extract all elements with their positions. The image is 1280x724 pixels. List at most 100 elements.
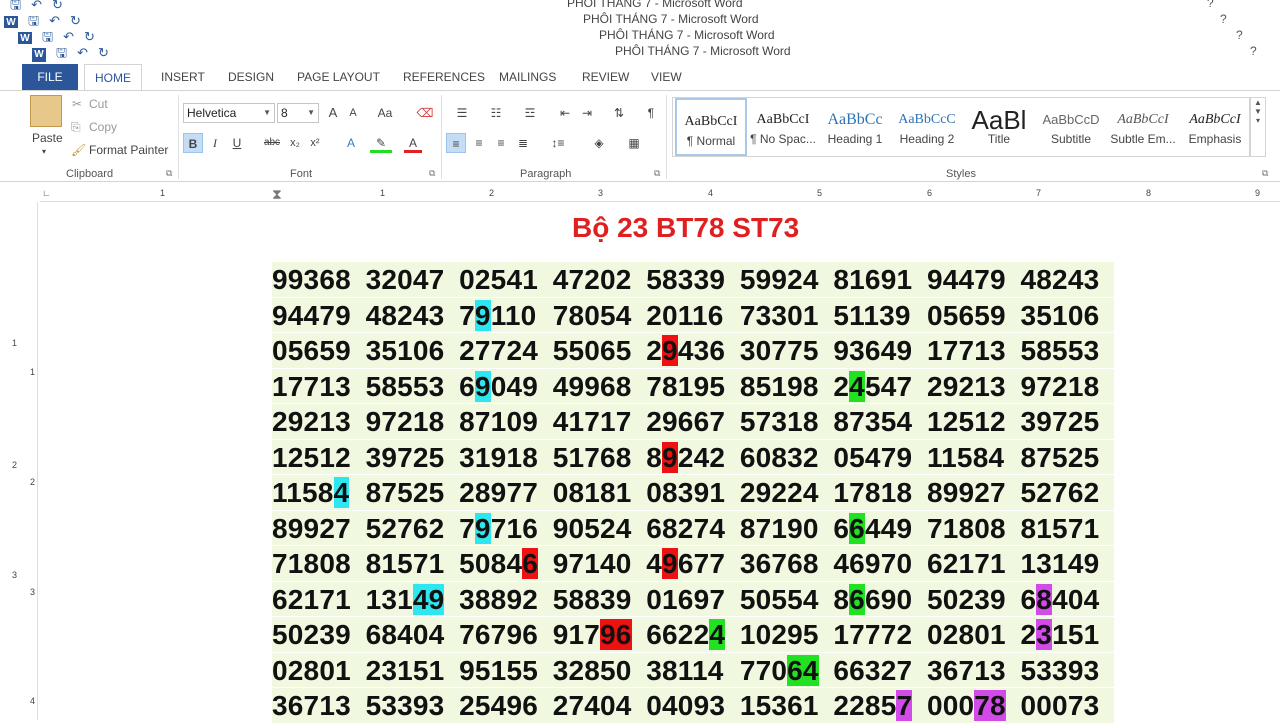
font-size-select[interactable]: 8 ▼	[277, 103, 319, 123]
save-icon[interactable]: 🖫	[56, 45, 67, 60]
style-no-spacing[interactable]: AaBbCcI ¶ No Spac...	[747, 98, 819, 156]
chevron-down-icon[interactable]: ▼	[1251, 107, 1265, 116]
style-preview: AaBbCcD	[1042, 112, 1100, 127]
tab-file[interactable]: FILE	[22, 64, 78, 90]
tab-home[interactable]: HOME	[84, 64, 142, 91]
tab-references[interactable]: REFERENCES	[393, 64, 495, 90]
multilevel-list-icon[interactable]: ☲	[516, 103, 544, 123]
numbering-icon[interactable]: ☷	[482, 103, 510, 123]
tab-design[interactable]: DESIGN	[218, 64, 284, 90]
number-cell: 30775	[739, 335, 819, 366]
format-painter-icon[interactable]: 🖌	[71, 143, 86, 157]
line-spacing-icon[interactable]: ↕≡	[544, 133, 572, 153]
help-icon[interactable]: ?	[1220, 12, 1227, 26]
undo-icon[interactable]: ↶	[77, 45, 88, 60]
borders-icon[interactable]: ▦	[620, 133, 648, 153]
tab-review[interactable]: REVIEW	[572, 64, 639, 90]
save-icon[interactable]: 🖫	[42, 29, 53, 44]
save-icon[interactable]: 🖫	[10, 0, 21, 12]
paste-icon[interactable]	[30, 95, 62, 127]
tab-view[interactable]: VIEW	[641, 64, 692, 90]
highlighted-digits: 78	[974, 690, 1006, 721]
number-cell: 93649	[833, 335, 913, 366]
highlight-color-icon[interactable]: ✎	[370, 133, 392, 153]
subscript-button[interactable]: x₂	[286, 133, 304, 153]
paste-button[interactable]: Paste	[32, 131, 63, 145]
text-effects-icon[interactable]: A	[340, 133, 362, 153]
grow-font-icon[interactable]: A	[325, 103, 341, 123]
chevron-down-icon[interactable]: ▾	[42, 147, 46, 156]
style-title[interactable]: AaBl Title	[963, 98, 1035, 156]
superscript-button[interactable]: x²	[306, 133, 324, 153]
undo-icon[interactable]: ↶	[49, 13, 60, 28]
ruler-number: 3	[598, 188, 604, 198]
strikethrough-button[interactable]: abc	[262, 133, 282, 153]
style-subtle-emphasis[interactable]: AaBbCcI Subtle Em...	[1107, 98, 1179, 156]
style-heading-1[interactable]: AaBbCc Heading 1	[819, 98, 891, 156]
style-heading-2[interactable]: AaBbCcC Heading 2	[891, 98, 963, 156]
redo-icon[interactable]: ↻	[70, 13, 81, 28]
ruler-number: 1	[30, 367, 36, 377]
underline-button[interactable]: U	[228, 133, 246, 153]
style-subtitle[interactable]: AaBbCcD Subtitle	[1035, 98, 1107, 156]
ruler-number: 1	[380, 188, 386, 198]
tab-page-layout[interactable]: PAGE LAYOUT	[287, 64, 390, 90]
tab-mailings[interactable]: MAILINGS	[489, 64, 566, 90]
increase-indent-icon[interactable]: ⇥	[578, 103, 596, 123]
styles-gallery: AaBbCcI ¶ Normal AaBbCcI ¶ No Spac... AaBb…	[672, 97, 1250, 157]
style-preview: AaBbCcI	[1117, 112, 1169, 127]
vertical-ruler[interactable]: 1 1 2 2 3 3 4	[0, 202, 38, 720]
dialog-launcher-icon[interactable]: ⧉	[429, 168, 435, 179]
cut-button[interactable]: Cut	[89, 97, 108, 111]
format-painter-button[interactable]: Format Painter	[89, 143, 168, 157]
highlighted-digits: 9	[662, 548, 678, 579]
shading-icon[interactable]: ◈	[586, 133, 612, 153]
font-size-value: 8	[281, 106, 288, 120]
horizontal-ruler[interactable]: ∟ 1 ⧗ 1 2 3 4 5 6 7 8 9	[40, 186, 1280, 202]
undo-icon[interactable]: ↶	[63, 29, 74, 44]
help-icon[interactable]: ?	[1236, 28, 1243, 42]
italic-button[interactable]: I	[206, 133, 224, 153]
help-icon[interactable]: ?	[1250, 44, 1257, 58]
sort-icon[interactable]: ⇅	[610, 103, 628, 123]
font-color-icon[interactable]: A	[404, 133, 422, 153]
decrease-indent-icon[interactable]: ⇤	[556, 103, 574, 123]
change-case-icon[interactable]: Aa	[373, 103, 397, 123]
dialog-launcher-icon[interactable]: ⧉	[1262, 168, 1268, 179]
more-icon[interactable]: ▾	[1251, 116, 1265, 125]
copy-button[interactable]: Copy	[89, 120, 117, 134]
number-cell: 71808	[926, 512, 1006, 544]
chevron-up-icon[interactable]: ▲	[1251, 98, 1265, 107]
cut-icon[interactable]: ✂	[72, 97, 82, 111]
number-cell: 22857	[833, 690, 913, 721]
copy-icon[interactable]: ⎘	[71, 120, 81, 135]
bold-button[interactable]: B	[183, 133, 203, 153]
number-cell: 50239	[926, 583, 1006, 615]
show-formatting-icon[interactable]: ¶	[642, 103, 660, 123]
align-left-icon[interactable]: ≡	[446, 133, 466, 153]
undo-icon[interactable]: ↶	[31, 0, 42, 12]
dialog-launcher-icon[interactable]: ⧉	[654, 168, 660, 179]
bullets-icon[interactable]: ☰	[448, 103, 476, 123]
style-preview: AaBl	[971, 108, 1027, 132]
align-center-icon[interactable]: ≡	[470, 133, 488, 153]
justify-icon[interactable]: ≣	[514, 133, 532, 153]
style-normal[interactable]: AaBbCcI ¶ Normal	[675, 98, 747, 156]
number-cell: 66449	[833, 512, 913, 544]
save-icon[interactable]: 🖫	[28, 13, 39, 28]
dialog-launcher-icon[interactable]: ⧉	[166, 168, 172, 179]
indent-marker-icon[interactable]: ⧗	[272, 186, 282, 203]
redo-icon[interactable]: ↻	[84, 29, 95, 44]
style-emphasis[interactable]: AaBbCcI Emphasis	[1179, 98, 1251, 156]
clear-formatting-icon[interactable]: ⌫	[416, 103, 434, 123]
redo-icon[interactable]: ↻	[52, 0, 63, 12]
font-family-select[interactable]: Helvetica ▼	[183, 103, 275, 123]
styles-scrollbar[interactable]: ▲ ▼ ▾	[1250, 97, 1266, 157]
align-right-icon[interactable]: ≡	[492, 133, 510, 153]
shrink-font-icon[interactable]: A	[345, 103, 361, 123]
tab-stop-icon[interactable]: ∟	[42, 188, 51, 198]
number-cell: 78195	[646, 370, 726, 402]
redo-icon[interactable]: ↻	[98, 45, 109, 60]
tab-insert[interactable]: INSERT	[151, 64, 215, 90]
help-icon[interactable]: ?	[1207, 0, 1214, 10]
